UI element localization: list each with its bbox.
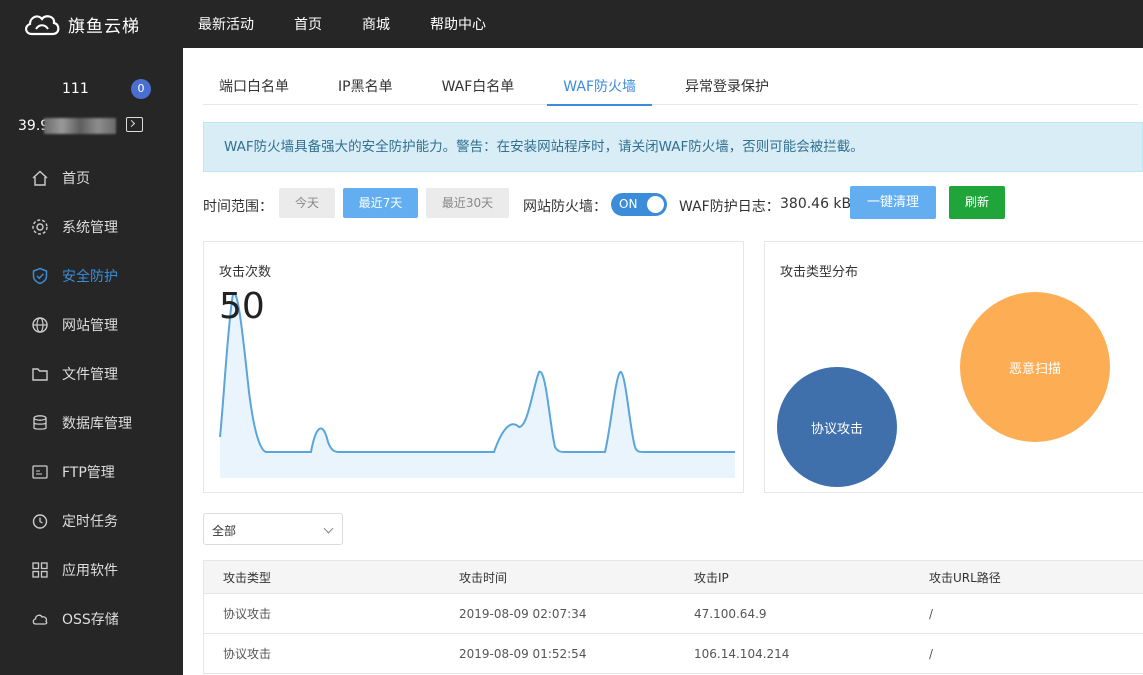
waf-controls: 时间范围： 今天 最近7天 最近30天 网站防火墙： ON WAF防护日志： 3… (203, 186, 1143, 220)
nav-latest-events[interactable]: 最新活动 (198, 14, 254, 34)
refresh-button[interactable]: 刷新 (949, 186, 1005, 219)
sidebar-item-cron[interactable]: 定时任务 (0, 496, 183, 545)
sidebar-item-system[interactable]: 系统管理 (0, 202, 183, 251)
cell-attack-url: / (929, 606, 934, 621)
bubble-malicious-scan[interactable]: 恶意扫描 (960, 292, 1110, 442)
time-range-label: 时间范围： (203, 199, 273, 215)
sidebar-item-apps[interactable]: 应用软件 (0, 545, 183, 594)
attack-count-chart (219, 292, 735, 478)
cell-attack-type: 协议攻击 (223, 607, 272, 621)
attack-count-panel: 攻击次数 50 (203, 241, 744, 493)
ip-redaction (44, 118, 116, 134)
sidebar-item-home[interactable]: 首页 (0, 153, 183, 202)
waf-log-size: 380.46 kB (780, 196, 852, 212)
sidebar-menu: 首页 系统管理 安全防护 网站管理 文件管理 数据库管理 FTP管理 定时任务 (0, 153, 183, 643)
attack-count-line (219, 292, 735, 453)
sidebar-item-database[interactable]: 数据库管理 (0, 398, 183, 447)
clear-log-button[interactable]: 一键清理 (850, 186, 936, 219)
sidebar-item-label: 文件管理 (62, 366, 118, 383)
attack-count-title: 攻击次数 (219, 265, 272, 280)
notification-badge[interactable]: 0 (131, 79, 151, 99)
sidebar-item-label: OSS存储 (62, 611, 119, 628)
logo[interactable]: 旗鱼云梯 (22, 6, 182, 42)
clock-icon (32, 513, 48, 529)
firewall-label: 网站防火墙： (523, 199, 607, 215)
cell-attack-time: 2019-08-09 01:52:54 (459, 646, 587, 661)
bubble-label: 恶意扫描 (1008, 361, 1061, 377)
home-icon (32, 170, 48, 186)
header-attack-type: 攻击类型 (223, 570, 272, 585)
sidebar-item-label: 首页 (62, 170, 90, 187)
toggle-text: ON (619, 197, 638, 211)
main-content: 端口白名单 IP黑名单 WAF白名单 WAF防火墙 异常登录保护 WAF防火墙具… (183, 48, 1143, 675)
sidebar-item-label: FTP管理 (62, 464, 115, 481)
table-header-row: 攻击类型 攻击时间 攻击IP 攻击URL路径 (204, 561, 1143, 594)
header-attack-url: 攻击URL路径 (929, 570, 1001, 585)
bubble-label: 协议攻击 (810, 421, 863, 437)
toggle-knob (647, 196, 664, 213)
attack-count-value: 50 (219, 286, 265, 327)
range-today-button[interactable]: 今天 (279, 188, 335, 218)
top-bar: 旗鱼云梯 最新活动 首页 商城 帮助中心 (0, 0, 1143, 48)
tab-ip-blacklist[interactable]: IP黑名单 (322, 70, 409, 105)
logo-text: 旗鱼云梯 (68, 16, 140, 37)
nav-help-center[interactable]: 帮助中心 (430, 14, 486, 34)
security-tabs: 端口白名单 IP黑名单 WAF白名单 WAF防火墙 异常登录保护 (203, 70, 1138, 106)
tab-abnormal-login[interactable]: 异常登录保护 (669, 70, 785, 105)
shield-icon (32, 267, 48, 284)
sidebar-item-label: 安全防护 (62, 268, 118, 285)
waf-notice: WAF防火墙具备强大的安全防护能力。警告：在安装网站程序时，请关闭WAF防火墙，… (203, 122, 1143, 172)
attack-count-area (220, 293, 735, 478)
sidebar-item-oss[interactable]: OSS存储 (0, 594, 183, 643)
tab-waf-firewall[interactable]: WAF防火墙 (547, 70, 652, 106)
globe-icon (32, 316, 48, 333)
nav-store[interactable]: 商城 (362, 14, 390, 34)
table-row: 协议攻击 2019-08-09 01:52:54 106.14.104.214 … (204, 634, 1143, 674)
bubble-protocol-attack[interactable]: 协议攻击 (777, 367, 897, 487)
sidebar-item-files[interactable]: 文件管理 (0, 349, 183, 398)
sidebar-item-label: 网站管理 (62, 317, 118, 334)
waf-log-label: WAF防护日志： (679, 199, 780, 215)
table-row: 协议攻击 2019-08-09 02:07:34 47.100.64.9 / (204, 594, 1143, 634)
range-30days-button[interactable]: 最近30天 (426, 188, 509, 218)
sidebar-item-security[interactable]: 安全防护 (0, 251, 183, 300)
sidebar-item-label: 应用软件 (62, 562, 118, 579)
database-icon (33, 414, 47, 430)
tab-port-whitelist[interactable]: 端口白名单 (203, 70, 305, 105)
firewall-toggle[interactable]: ON (611, 193, 667, 216)
chevron-down-icon (323, 523, 334, 534)
attack-type-filter[interactable]: 全部 (203, 513, 343, 545)
apps-icon (32, 561, 48, 578)
cell-attack-url: / (929, 646, 934, 661)
nav-home[interactable]: 首页 (294, 14, 322, 34)
header-attack-time: 攻击时间 (459, 570, 508, 585)
cloud-storage-icon (32, 614, 48, 625)
tab-waf-whitelist[interactable]: WAF白名单 (426, 70, 531, 105)
sidebar-item-label: 定时任务 (62, 513, 118, 530)
cell-attack-type: 协议攻击 (223, 647, 272, 661)
sidebar-item-sites[interactable]: 网站管理 (0, 300, 183, 349)
sidebar: 111 0 39.9 首页 系统管理 安全防护 网站管理 文件管理 数据库管理 (0, 48, 183, 675)
sidebar-item-label: 系统管理 (62, 219, 118, 236)
terminal-icon[interactable] (126, 117, 143, 132)
attack-log-table: 攻击类型 攻击时间 攻击IP 攻击URL路径 协议攻击 2019-08-09 0… (203, 560, 1143, 674)
top-nav: 最新活动 首页 商城 帮助中心 (198, 0, 526, 48)
attack-types-title: 攻击类型分布 (780, 265, 859, 280)
folder-icon (32, 367, 48, 381)
ftp-icon (32, 464, 48, 479)
cell-attack-ip: 106.14.104.214 (694, 646, 790, 661)
gear-icon (32, 218, 48, 235)
cell-attack-time: 2019-08-09 02:07:34 (459, 606, 587, 621)
attack-types-panel: 攻击类型分布 协议攻击 恶意扫描 (764, 241, 1143, 493)
cell-attack-ip: 47.100.64.9 (694, 606, 767, 621)
range-7days-button[interactable]: 最近7天 (343, 188, 418, 218)
cloud-logo-icon (25, 15, 60, 36)
sidebar-item-ftp[interactable]: FTP管理 (0, 447, 183, 496)
user-name: 111 (62, 81, 89, 97)
sidebar-item-label: 数据库管理 (62, 415, 132, 432)
filter-selected-value: 全部 (212, 524, 237, 538)
header-attack-ip: 攻击IP (694, 570, 729, 585)
